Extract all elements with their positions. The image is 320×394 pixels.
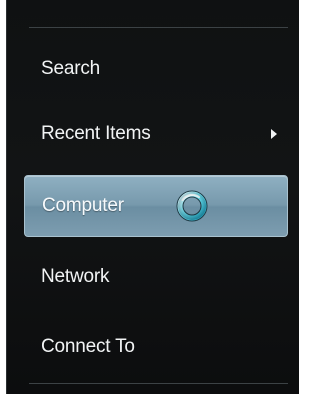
- menu-item-label: Computer: [42, 195, 124, 216]
- menu-item-network[interactable]: Network: [24, 246, 288, 308]
- menu-item-connect-to[interactable]: Connect To: [24, 316, 288, 378]
- start-menu-right-pane: Search Recent Items Computer Network Con…: [6, 0, 299, 394]
- menu-item-recent-items[interactable]: Recent Items: [24, 103, 288, 165]
- submenu-arrow-icon: [271, 129, 277, 139]
- menu-left-edge: [6, 0, 7, 394]
- menu-item-label: Connect To: [41, 336, 135, 357]
- menu-separator-top: [29, 27, 288, 28]
- busy-spinner-icon: [176, 190, 208, 222]
- menu-item-label: Recent Items: [41, 123, 151, 144]
- menu-separator-bottom: [29, 383, 288, 384]
- menu-item-computer[interactable]: Computer: [24, 175, 288, 237]
- menu-item-label: Search: [41, 58, 101, 79]
- menu-item-search[interactable]: Search: [24, 38, 288, 100]
- menu-item-label: Network: [41, 266, 110, 287]
